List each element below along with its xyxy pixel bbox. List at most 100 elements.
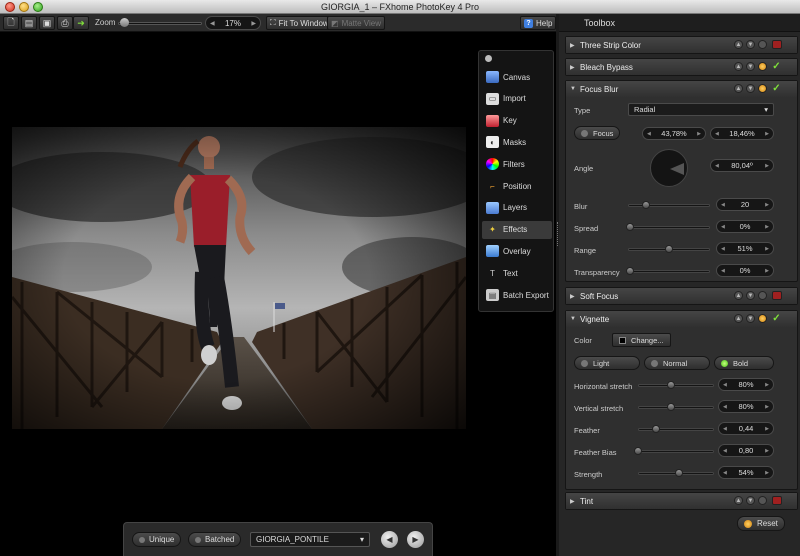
save-file-button[interactable]: ▣	[39, 16, 55, 30]
three-strip-color-header[interactable]: ▶ Three Strip Color ▲ ▼	[566, 37, 797, 53]
blur-field[interactable]: ◀ 20 ▶	[716, 198, 774, 211]
move-down-icon[interactable]: ▼	[746, 291, 755, 300]
blur-slider[interactable]	[628, 204, 710, 207]
feather-slider[interactable]	[638, 428, 714, 431]
increment-arrow-icon[interactable]: ▶	[765, 131, 769, 137]
enabled-check-icon[interactable]: ✓	[772, 83, 781, 94]
bleach-bypass-header[interactable]: ▶ Bleach Bypass ▲ ▼ ✓	[566, 59, 797, 75]
soft-focus-header[interactable]: ▶ Soft Focus ▲ ▼	[566, 288, 797, 304]
focus-button[interactable]: Focus	[574, 126, 621, 140]
increment-arrow-icon[interactable]: ▶	[765, 382, 769, 388]
vignette-header[interactable]: ▼ Vignette ▲ ▼ ✓	[566, 311, 797, 327]
move-up-icon[interactable]: ▲	[734, 40, 743, 49]
move-up-icon[interactable]: ▲	[734, 314, 743, 323]
unique-button[interactable]: Unique	[132, 532, 182, 547]
tool-text[interactable]: T Text	[482, 264, 552, 282]
zoom-slider-track[interactable]	[118, 22, 202, 25]
increment-arrow-icon[interactable]: ▶	[765, 404, 769, 410]
increment-arrow-icon[interactable]: ▶	[765, 246, 769, 252]
tool-batch-export[interactable]: ▤ Batch Export	[482, 286, 552, 304]
tool-effects[interactable]: ✦ Effects	[482, 220, 552, 239]
help-button[interactable]: ? Help	[520, 16, 557, 30]
increment-arrow-icon[interactable]: ▶	[765, 163, 769, 169]
increment-arrow-icon[interactable]: ▶	[251, 20, 256, 27]
preset-icon[interactable]	[758, 84, 767, 93]
zoom-value-field[interactable]: ◀ 17% ▶	[205, 16, 261, 30]
tint-header[interactable]: ▶ Tint ▲ ▼	[566, 493, 797, 509]
tool-masks[interactable]: ◐ Masks	[482, 133, 552, 151]
bold-button[interactable]: Bold	[714, 356, 774, 370]
collapse-arrow-icon[interactable]: ▼	[570, 316, 580, 322]
increment-arrow-icon[interactable]: ▶	[765, 448, 769, 454]
tool-position[interactable]: ⌐ Position	[482, 177, 552, 195]
zoom-slider-knob[interactable]	[119, 18, 129, 27]
canvas-photo[interactable]	[12, 127, 466, 429]
file-select[interactable]: GIORGIA_PONTILE ▾	[250, 532, 370, 547]
feather-bias-field[interactable]: ◀ 0,80 ▶	[718, 444, 774, 457]
tool-canvas[interactable]: Canvas	[482, 68, 552, 86]
light-button[interactable]: Light	[574, 356, 640, 370]
increment-arrow-icon[interactable]: ▶	[765, 268, 769, 274]
next-image-button[interactable]: ▶	[407, 531, 424, 548]
change-color-button[interactable]: Change...	[612, 333, 671, 347]
tool-key[interactable]: Key	[482, 112, 552, 130]
vertical-stretch-field[interactable]: ◀ 80% ▶	[718, 400, 774, 413]
move-down-icon[interactable]: ▼	[746, 84, 755, 93]
normal-button[interactable]: Normal	[644, 356, 710, 370]
preset-icon[interactable]	[758, 40, 767, 49]
export-arrow-button[interactable]: ➜	[73, 16, 89, 30]
feather-bias-knob[interactable]	[634, 447, 642, 455]
range-field[interactable]: ◀ 51% ▶	[716, 242, 774, 255]
move-down-icon[interactable]: ▼	[746, 496, 755, 505]
open-file-button[interactable]: ▤	[21, 16, 37, 30]
move-down-icon[interactable]: ▼	[746, 314, 755, 323]
strength-field[interactable]: ◀ 54% ▶	[718, 466, 774, 479]
strength-knob[interactable]	[675, 469, 683, 477]
preset-icon[interactable]	[758, 496, 767, 505]
increment-arrow-icon[interactable]: ▶	[697, 131, 701, 137]
collapse-arrow-icon[interactable]: ▼	[570, 86, 580, 92]
vertical-stretch-knob[interactable]	[667, 403, 675, 411]
move-up-icon[interactable]: ▲	[734, 62, 743, 71]
type-dropdown[interactable]: Radial ▾	[628, 103, 774, 116]
increment-arrow-icon[interactable]: ▶	[765, 470, 769, 476]
move-up-icon[interactable]: ▲	[734, 84, 743, 93]
preset-icon[interactable]	[758, 62, 767, 71]
range-slider-knob[interactable]	[665, 245, 673, 253]
increment-arrow-icon[interactable]: ▶	[765, 426, 769, 432]
horizontal-stretch-slider[interactable]	[638, 384, 714, 387]
expand-arrow-icon[interactable]: ▶	[570, 498, 580, 505]
enabled-check-icon[interactable]: ✓	[772, 313, 781, 324]
remove-icon[interactable]	[772, 291, 782, 300]
horizontal-stretch-field[interactable]: ◀ 80% ▶	[718, 378, 774, 391]
tool-overlay[interactable]: Overlay	[482, 242, 552, 260]
new-file-button[interactable]: 🗋	[3, 16, 19, 30]
transparency-field[interactable]: ◀ 0% ▶	[716, 264, 774, 277]
focus-y-field[interactable]: ◀ 18,46% ▶	[710, 127, 774, 140]
enabled-check-icon[interactable]: ✓	[772, 61, 781, 72]
feather-field[interactable]: ◀ 0,44 ▶	[718, 422, 774, 435]
transparency-slider-knob[interactable]	[626, 267, 634, 275]
expand-arrow-icon[interactable]: ▶	[570, 64, 580, 71]
feather-knob[interactable]	[652, 425, 660, 433]
previous-image-button[interactable]: ◀	[381, 531, 398, 548]
spread-field[interactable]: ◀ 0% ▶	[716, 220, 774, 233]
angle-dial[interactable]	[650, 149, 688, 187]
angle-field[interactable]: ◀ 80,04º ▶	[710, 159, 774, 172]
move-down-icon[interactable]: ▼	[746, 62, 755, 71]
remove-icon[interactable]	[772, 496, 782, 505]
expand-arrow-icon[interactable]: ▶	[570, 42, 580, 49]
fit-to-window-button[interactable]: ⛶ Fit To Window	[266, 16, 333, 30]
move-up-icon[interactable]: ▲	[734, 496, 743, 505]
tool-layers[interactable]: Layers	[482, 199, 552, 217]
reset-button[interactable]: Reset	[737, 516, 785, 531]
focus-x-field[interactable]: ◀ 43,78% ▶	[642, 127, 706, 140]
move-down-icon[interactable]: ▼	[746, 40, 755, 49]
spread-slider-knob[interactable]	[626, 223, 634, 231]
blur-slider-knob[interactable]	[642, 201, 650, 209]
spread-slider[interactable]	[628, 226, 710, 229]
increment-arrow-icon[interactable]: ▶	[765, 202, 769, 208]
expand-arrow-icon[interactable]: ▶	[570, 293, 580, 300]
matte-view-button[interactable]: ◩ Matte View	[327, 16, 385, 30]
tool-menu-close-icon[interactable]	[485, 55, 492, 62]
